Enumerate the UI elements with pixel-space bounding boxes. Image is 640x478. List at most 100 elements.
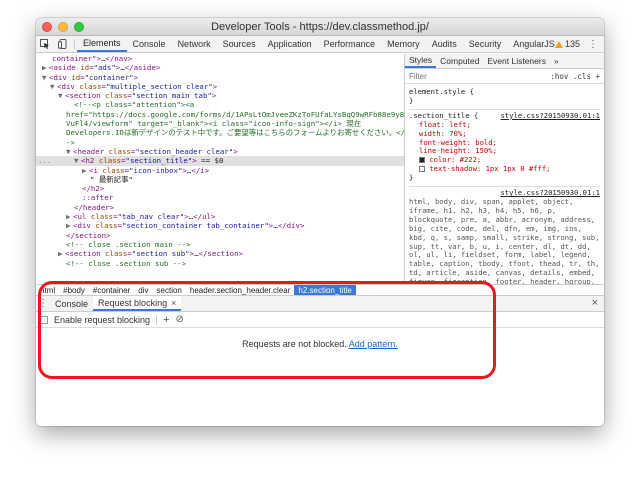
dom-text-node[interactable]: " 最新記事"	[36, 175, 404, 184]
enable-request-blocking-checkbox[interactable]	[40, 315, 48, 324]
dom-node[interactable]: ▶ <aside id="ads">…</aside>	[36, 63, 404, 72]
rule-selector: .section_title {	[409, 110, 479, 120]
breadcrumb-item[interactable]: #container	[89, 286, 134, 295]
drawer-menu-icon[interactable]: ⋮	[36, 296, 50, 311]
warning-icon	[554, 40, 563, 48]
styles-tab-event-listeners[interactable]: Event Listeners	[483, 54, 550, 68]
close-window-button[interactable]	[42, 22, 52, 32]
dom-node[interactable]: ▶ <div class="section_container tab_conta…	[36, 221, 404, 230]
tab-security[interactable]: Security	[463, 36, 508, 52]
empty-state: Requests are not blocked. Add pattern.	[36, 339, 604, 349]
rule-source-link[interactable]: style.css?20150930.01:1	[500, 111, 600, 121]
dom-comment[interactable]: VuFl4/viewform" target="_blank"><i class…	[36, 119, 404, 128]
styles-pane: Styles Computed Event Listeners» Filter :h…	[405, 54, 604, 284]
dom-comment[interactable]: <!--<p class="attention"><a	[36, 100, 404, 109]
toolbar-separator	[74, 39, 75, 49]
dom-comment[interactable]: <!-- close .section main -->	[36, 240, 404, 249]
user-agent-rule[interactable]: style.css?20150930.01:1 html, body, div,…	[409, 187, 600, 284]
styles-tab-more[interactable]: »	[550, 54, 563, 68]
dom-node[interactable]: </header>	[36, 203, 404, 212]
element-style-rule[interactable]: element.style { }	[409, 86, 600, 110]
dom-node-selected[interactable]: ... ▼ <h2 class="section_title"> == $0	[36, 156, 404, 166]
tab-sources[interactable]: Sources	[217, 36, 262, 52]
tab-elements[interactable]: Elements	[77, 36, 127, 52]
tab-network[interactable]: Network	[172, 36, 217, 52]
dom-comment[interactable]: ->	[36, 138, 404, 147]
rule-selector-list: html, body, div, span, applet, object, i…	[409, 196, 600, 284]
minimize-window-button[interactable]	[58, 22, 68, 32]
styles-tabs: Styles Computed Event Listeners»	[405, 54, 604, 69]
breadcrumb-item[interactable]: #body	[59, 286, 89, 295]
empty-state-text: Requests are not blocked.	[242, 339, 347, 349]
remove-all-patterns-icon[interactable]: ⊘	[176, 314, 184, 325]
more-options-icon[interactable]: ⋮	[588, 39, 598, 50]
breadcrumb-item[interactable]: header.section_header.clear	[186, 286, 295, 295]
tab-application[interactable]: Application	[262, 36, 318, 52]
maximize-window-button[interactable]	[74, 22, 84, 32]
selected-node-marker: ...	[38, 156, 52, 166]
close-tab-icon[interactable]: ×	[171, 298, 176, 308]
css-property-text: text-shadow: 1px 1px 0 #fff;	[429, 164, 551, 174]
add-pattern-link[interactable]: Add pattern.	[349, 339, 398, 349]
title-bar: Developer Tools - https://dev.classmetho…	[36, 18, 604, 36]
drawer-tab-label: Console	[55, 298, 89, 309]
dom-node[interactable]: </h2>	[36, 184, 404, 193]
tab-memory[interactable]: Memory	[381, 36, 426, 52]
tab-angularjs[interactable]: AngularJS	[507, 36, 561, 52]
panel-tabs: Elements Console Network Sources Application…	[77, 36, 561, 52]
drawer-tab-request-blocking[interactable]: Request blocking ×	[93, 296, 182, 311]
css-rules: element.style { } style.css?20150930.01:…	[405, 84, 604, 284]
element-style-selector: element.style {	[409, 87, 474, 96]
styles-tab-styles[interactable]: Styles	[405, 54, 437, 68]
dom-node[interactable]: </section>	[36, 231, 404, 240]
styles-filter[interactable]: Filter :hov .cls +	[405, 69, 604, 84]
dom-node[interactable]: ▼ <header class="section_header clear">	[36, 147, 404, 156]
warning-count: 135	[564, 39, 580, 49]
inspect-element-button[interactable]	[36, 36, 54, 52]
drawer: ⋮ Console Request blocking × × Enable req…	[36, 296, 604, 426]
dom-pseudo-element[interactable]: ::after	[36, 193, 404, 202]
drawer-tab-label: Request blocking	[98, 297, 168, 308]
tab-audits[interactable]: Audits	[426, 36, 463, 52]
breadcrumb-item[interactable]: section	[153, 286, 186, 295]
toolbar-right: 135 ⋮	[554, 36, 604, 52]
elements-panel: container">…</nav> ▶ <aside id="ads">…</a…	[36, 54, 604, 284]
devtools-window: Developer Tools - https://dev.classmetho…	[36, 18, 604, 426]
color-swatch-icon[interactable]	[419, 157, 425, 164]
styles-tab-computed[interactable]: Computed	[436, 54, 483, 68]
dom-node[interactable]: ▶ <ul class="tab_nav clear">…</ul>	[36, 212, 404, 221]
device-icon	[58, 39, 67, 49]
dom-comment[interactable]: <!-- close .section sub -->	[36, 259, 404, 268]
device-toolbar-button[interactable]	[54, 36, 72, 52]
enable-request-blocking-label[interactable]: Enable request blocking	[54, 315, 150, 325]
warnings-counter[interactable]: 135	[554, 39, 580, 49]
request-blocking-toolbar: Enable request blocking + ⊘	[36, 312, 604, 328]
dom-node[interactable]: ▼ <div class="multiple_section clear">	[36, 82, 404, 91]
close-drawer-icon[interactable]: ×	[592, 297, 598, 309]
breadcrumb-item[interactable]: html	[36, 286, 59, 295]
dom-node[interactable]: ▼ <div id="container">	[36, 73, 404, 82]
dom-node[interactable]: ▶ <section class="section sub">…</section…	[36, 249, 404, 258]
add-pattern-icon[interactable]: +	[163, 314, 169, 326]
css-property-text: color: #222;	[429, 155, 482, 165]
drawer-tab-console[interactable]: Console	[50, 296, 93, 311]
drawer-tabs: ⋮ Console Request blocking × ×	[36, 296, 604, 312]
dom-node[interactable]: container">…</nav>	[36, 54, 404, 63]
toolbar-separator	[156, 314, 158, 325]
inspect-icon	[40, 39, 49, 49]
color-swatch-icon[interactable]	[419, 166, 425, 173]
css-property[interactable]: text-shadow: 1px 1px 0 #fff;	[409, 164, 600, 174]
dom-node[interactable]: ▼ <section class="section main tab">	[36, 91, 404, 100]
tab-console[interactable]: Console	[127, 36, 172, 52]
window-title: Developer Tools - https://dev.classmetho…	[211, 21, 429, 33]
dom-comment[interactable]: Developers.IOは新デザインのテスト中です。ご要望等はこちらのフォーム…	[36, 128, 404, 137]
tab-performance[interactable]: Performance	[318, 36, 382, 52]
dom-tree[interactable]: container">…</nav> ▶ <aside id="ads">…</a…	[36, 54, 404, 284]
breadcrumb-item[interactable]: div	[134, 286, 152, 295]
dom-comment[interactable]: href="https://docs.google.com/forms/d/1A…	[36, 110, 404, 119]
dom-node[interactable]: ▶ <i class="icon-inbox">…</i>	[36, 166, 404, 175]
breadcrumb-item[interactable]: h2.section_title	[294, 285, 356, 295]
section-title-rule[interactable]: style.css?20150930.01:1 .section_title { …	[409, 110, 600, 188]
hov-cls-controls[interactable]: :hov .cls +	[550, 72, 600, 81]
filter-input[interactable]: Filter	[409, 72, 427, 81]
